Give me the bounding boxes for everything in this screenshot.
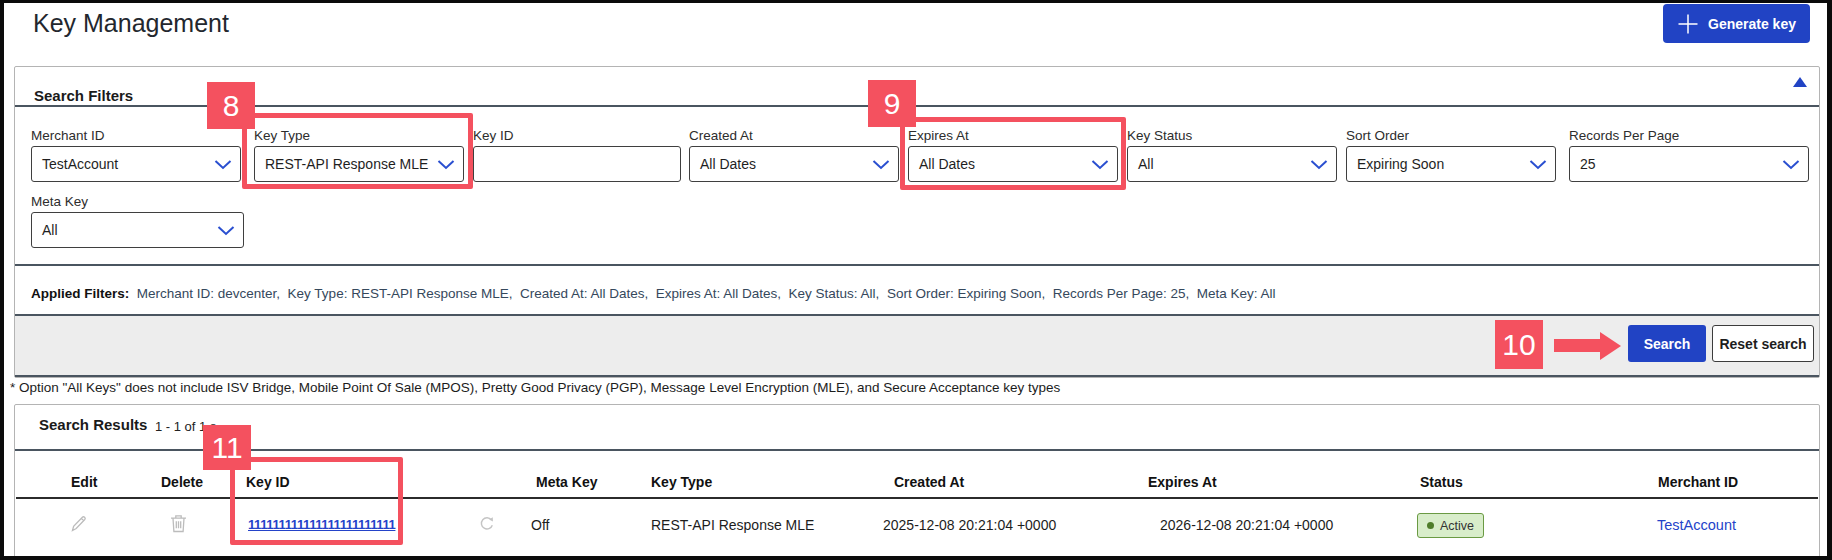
- meta-key-label: Meta Key: [31, 194, 88, 209]
- sort-order-select[interactable]: Expiring Soon: [1346, 146, 1556, 182]
- search-button[interactable]: Search: [1628, 325, 1706, 362]
- filters-action-bar: Search Reset search: [15, 314, 1819, 377]
- key-status-value: All: [1138, 156, 1154, 172]
- chevron-down-icon: [1529, 160, 1547, 170]
- merchant-id-select[interactable]: TestAccount: [31, 146, 241, 182]
- chevron-down-icon: [872, 160, 890, 170]
- sort-order-label: Sort Order: [1346, 128, 1409, 143]
- key-management-page: Key Management Generate key Search Filte…: [0, 0, 1832, 560]
- created-at-select[interactable]: All Dates: [689, 146, 899, 182]
- filters-divider: [15, 264, 1819, 266]
- annotation-label-9: 9: [868, 80, 916, 127]
- sort-order-value: Expiring Soon: [1357, 156, 1444, 172]
- column-header-created-at: Created At: [894, 474, 964, 490]
- chevron-down-icon: [1310, 160, 1328, 170]
- filters-header-divider: [15, 105, 1819, 107]
- applied-filters-label: Applied Filters:: [31, 286, 129, 301]
- created-at-label: Created At: [689, 128, 753, 143]
- meta-key-value: All: [42, 222, 58, 238]
- pencil-icon: [69, 514, 89, 534]
- records-per-page-value: 25: [1580, 156, 1596, 172]
- applied-filters: Applied Filters: Merchant ID: devcenter,…: [31, 286, 1276, 301]
- reset-search-button[interactable]: Reset search: [1712, 325, 1814, 362]
- annotation-label-10: 10: [1495, 320, 1543, 369]
- rotate-key-button[interactable]: [479, 516, 495, 535]
- annotation-label-8: 8: [207, 82, 255, 129]
- collapse-chevron-up-icon[interactable]: [1793, 77, 1807, 87]
- chevron-down-icon: [1782, 160, 1800, 170]
- applied-filters-gap: [129, 286, 137, 301]
- search-filters-title: Search Filters: [34, 87, 133, 104]
- merchant-id-label: Merchant ID: [31, 128, 105, 143]
- key-status-label: Key Status: [1127, 128, 1192, 143]
- merchant-id-link[interactable]: TestAccount: [1657, 517, 1736, 533]
- annotation-box-11: [230, 457, 403, 545]
- created-at-value: All Dates: [700, 156, 756, 172]
- chevron-down-icon: [217, 226, 235, 236]
- applied-filters-summary: Merchant ID: devcenter, Key Type: REST-A…: [137, 286, 1276, 301]
- edit-key-button[interactable]: [69, 514, 89, 537]
- annotation-label-11: 11: [203, 425, 251, 470]
- status-text: Active: [1440, 519, 1474, 533]
- delete-key-button[interactable]: [170, 514, 187, 536]
- column-header-key-type: Key Type: [651, 474, 712, 490]
- trash-icon: [170, 514, 187, 533]
- refresh-icon: [479, 516, 495, 532]
- active-dot-icon: [1427, 522, 1434, 529]
- key-type-cell: REST-API Response MLE: [651, 517, 814, 533]
- column-header-expires-at: Expires At: [1148, 474, 1217, 490]
- meta-key-select[interactable]: All: [31, 212, 244, 248]
- meta-key-cell: Off: [531, 517, 549, 533]
- column-header-status: Status: [1420, 474, 1463, 490]
- key-id-input[interactable]: [473, 146, 681, 182]
- column-header-merchant-id: Merchant ID: [1658, 474, 1738, 490]
- records-per-page-label: Records Per Page: [1569, 128, 1679, 143]
- generate-key-label: Generate key: [1708, 16, 1796, 32]
- annotation-box-9: [900, 117, 1126, 190]
- annotation-arrow-10: [1554, 339, 1601, 352]
- column-header-delete: Delete: [161, 474, 203, 490]
- created-at-cell: 2025-12-08 20:21:04 +0000: [883, 517, 1056, 533]
- chevron-down-icon: [214, 160, 232, 170]
- key-status-select[interactable]: All: [1127, 146, 1337, 182]
- expires-at-cell: 2026-12-08 20:21:04 +0000: [1160, 517, 1333, 533]
- generate-key-button[interactable]: Generate key: [1663, 4, 1810, 43]
- all-keys-footnote: * Option "All Keys" does not include ISV…: [10, 380, 1060, 395]
- merchant-id-value: TestAccount: [42, 156, 118, 172]
- search-results-title: Search Results: [39, 416, 147, 433]
- column-header-edit: Edit: [71, 474, 97, 490]
- page-title: Key Management: [33, 9, 229, 38]
- results-header-divider: [15, 449, 1819, 451]
- annotation-arrow-head-10: [1600, 332, 1621, 360]
- status-badge: Active: [1417, 513, 1484, 538]
- annotation-box-8: [242, 113, 473, 189]
- column-header-meta-key: Meta Key: [536, 474, 597, 490]
- records-per-page-select[interactable]: 25: [1569, 146, 1809, 182]
- plus-icon: [1677, 13, 1699, 35]
- key-id-label: Key ID: [473, 128, 514, 143]
